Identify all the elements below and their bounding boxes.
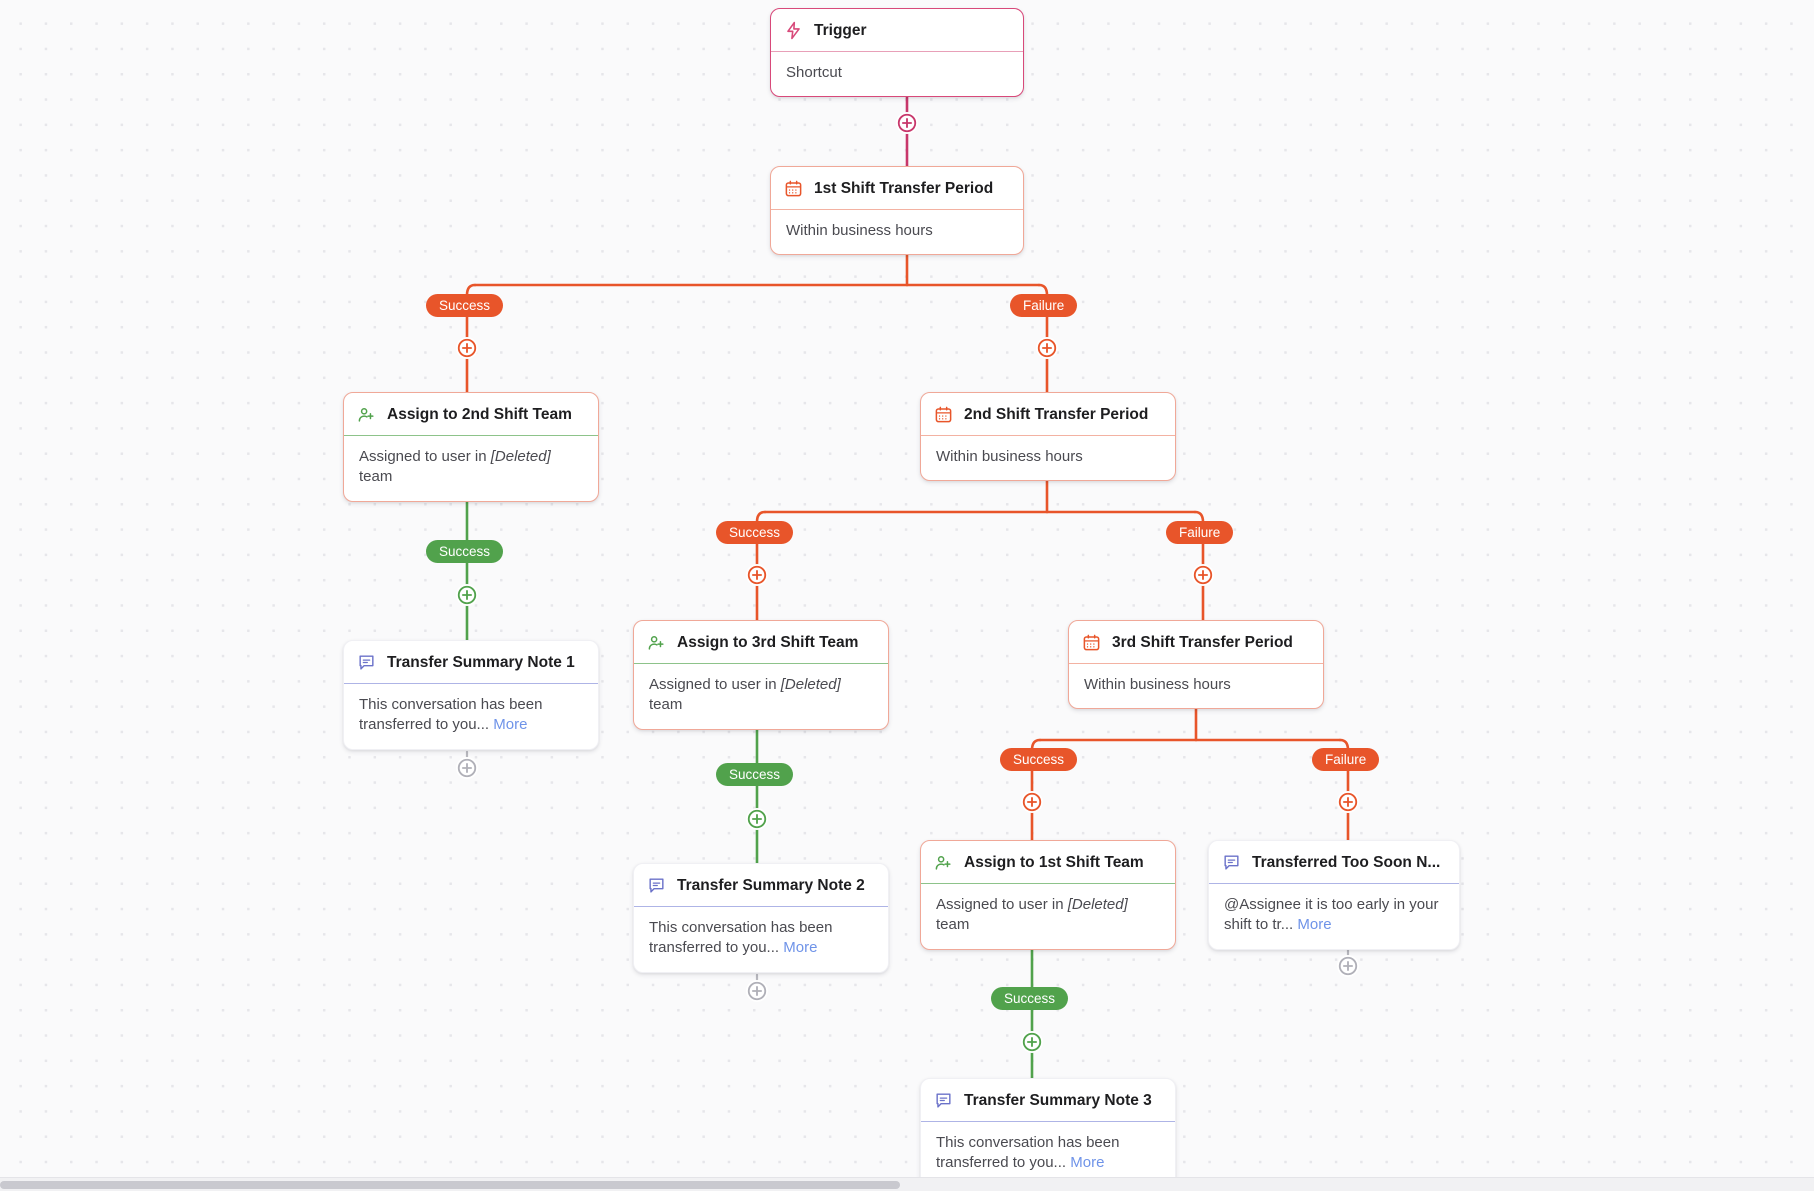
assign-body-prefix: Assigned to user in (936, 896, 1068, 913)
calendar-icon (1082, 633, 1101, 652)
node-title: Trigger (814, 21, 867, 39)
note-icon (647, 876, 666, 895)
note-icon (934, 1091, 953, 1110)
assign-user-icon (647, 633, 666, 652)
branch-label-cond2-failure[interactable]: Failure (1166, 521, 1234, 544)
assign-body-prefix: Assigned to user in (359, 448, 491, 465)
node-title: Assign to 3rd Shift Team (677, 633, 859, 651)
assign-user-icon (357, 405, 376, 424)
node-header: Transfer Summary Note 2 (634, 864, 888, 906)
add-step-button[interactable] (456, 584, 478, 606)
node-title: Transfer Summary Note 2 (677, 876, 865, 894)
node-note-transferred-too-soon[interactable]: Transferred Too Soon N... @Assignee it i… (1208, 840, 1460, 950)
node-body: Assigned to user in [Deleted] team (921, 884, 1175, 949)
node-body: This conversation has been transferred t… (634, 907, 888, 972)
workflow-canvas[interactable]: Trigger Shortcut 1st Shift Transfer Peri… (0, 0, 1814, 1191)
node-body: @Assignee it is too early in your shift … (1209, 884, 1459, 949)
node-header: 3rd Shift Transfer Period (1069, 621, 1323, 663)
node-body: This conversation has been transferred t… (344, 684, 598, 749)
node-header: 1st Shift Transfer Period (771, 167, 1023, 209)
node-header: Transferred Too Soon N... (1209, 841, 1459, 883)
note-icon (1222, 853, 1241, 872)
add-step-button[interactable] (746, 564, 768, 586)
node-body: Assigned to user in [Deleted] team (344, 436, 598, 501)
branch-label-cond1-failure[interactable]: Failure (1010, 294, 1078, 317)
note-more-link[interactable]: More (493, 716, 527, 733)
node-title: Transferred Too Soon N... (1252, 853, 1441, 871)
add-step-button[interactable] (456, 757, 478, 779)
add-step-button[interactable] (1021, 791, 1043, 813)
node-body: Shortcut (786, 64, 842, 81)
branch-label-cond3-success[interactable]: Success (1000, 748, 1078, 771)
scrollbar-thumb[interactable] (0, 1181, 900, 1189)
note-more-link[interactable]: More (783, 939, 817, 956)
node-body: Within business hours (936, 448, 1083, 465)
node-title: Transfer Summary Note 3 (964, 1091, 1152, 1109)
node-header: Transfer Summary Note 1 (344, 641, 598, 683)
add-step-button[interactable] (1036, 337, 1058, 359)
assign-body-suffix: team (649, 696, 683, 714)
note-more-link[interactable]: More (1297, 916, 1331, 933)
node-title: 2nd Shift Transfer Period (964, 405, 1149, 423)
node-condition-3rd-shift[interactable]: 3rd Shift Transfer Period Within busines… (1068, 620, 1324, 710)
note-more-link[interactable]: More (1070, 1154, 1104, 1171)
assign-user-icon (934, 853, 953, 872)
node-condition-2nd-shift[interactable]: 2nd Shift Transfer Period Within busines… (920, 392, 1176, 482)
branch-label-cond1-success[interactable]: Success (426, 294, 504, 317)
calendar-icon (934, 405, 953, 424)
add-step-button[interactable] (746, 808, 768, 830)
add-step-button[interactable] (896, 112, 918, 134)
add-step-button[interactable] (1192, 564, 1214, 586)
node-body: Within business hours (1084, 676, 1231, 693)
node-assign-3rd-shift[interactable]: Assign to 3rd Shift Team Assigned to use… (633, 620, 889, 730)
node-header: Trigger (771, 9, 1023, 51)
branch-label-assign1-success[interactable]: Success (991, 987, 1069, 1010)
node-title: Assign to 2nd Shift Team (387, 405, 572, 423)
add-step-button[interactable] (1337, 791, 1359, 813)
branch-label-cond3-failure[interactable]: Failure (1312, 748, 1380, 771)
assign-body-prefix: Assigned to user in (649, 676, 781, 693)
node-header: Assign to 2nd Shift Team (344, 393, 598, 435)
branch-label-assign2-success[interactable]: Success (426, 540, 504, 563)
note-icon (357, 653, 376, 672)
add-step-button[interactable] (1021, 1031, 1043, 1053)
node-note-transfer-summary-3[interactable]: Transfer Summary Note 3 This conversatio… (920, 1078, 1176, 1188)
assign-body-suffix: team (359, 468, 393, 486)
node-title: Transfer Summary Note 1 (387, 653, 575, 671)
assign-body-team: [Deleted] (490, 448, 551, 465)
node-note-transfer-summary-1[interactable]: Transfer Summary Note 1 This conversatio… (343, 640, 599, 750)
node-title: 1st Shift Transfer Period (814, 179, 994, 197)
calendar-icon (784, 179, 803, 198)
node-header: 2nd Shift Transfer Period (921, 393, 1175, 435)
node-header: Transfer Summary Note 3 (921, 1079, 1175, 1121)
horizontal-scrollbar[interactable] (0, 1177, 1814, 1191)
node-trigger[interactable]: Trigger Shortcut (770, 8, 1024, 98)
node-condition-1st-shift[interactable]: 1st Shift Transfer Period Within busines… (770, 166, 1024, 256)
node-body: Assigned to user in [Deleted] team (634, 664, 888, 729)
node-header: Assign to 1st Shift Team (921, 841, 1175, 883)
node-assign-1st-shift[interactable]: Assign to 1st Shift Team Assigned to use… (920, 840, 1176, 950)
add-step-button[interactable] (456, 337, 478, 359)
assign-body-team: [Deleted] (780, 676, 841, 693)
add-step-button[interactable] (746, 980, 768, 1002)
node-body: Within business hours (786, 222, 933, 239)
assign-body-suffix: team (936, 916, 970, 934)
branch-label-assign3-success[interactable]: Success (716, 763, 794, 786)
branch-label-cond2-success[interactable]: Success (716, 521, 794, 544)
lightning-bolt-icon (784, 21, 803, 40)
assign-body-team: [Deleted] (1067, 896, 1128, 913)
node-header: Assign to 3rd Shift Team (634, 621, 888, 663)
node-assign-2nd-shift[interactable]: Assign to 2nd Shift Team Assigned to use… (343, 392, 599, 502)
node-note-transfer-summary-2[interactable]: Transfer Summary Note 2 This conversatio… (633, 863, 889, 973)
add-step-button[interactable] (1337, 955, 1359, 977)
node-title: Assign to 1st Shift Team (964, 853, 1144, 871)
node-title: 3rd Shift Transfer Period (1112, 633, 1293, 651)
